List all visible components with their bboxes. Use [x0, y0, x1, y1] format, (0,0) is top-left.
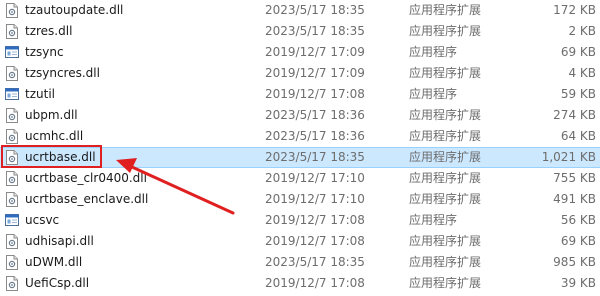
file-type: 应用程序扩展 [409, 66, 482, 80]
dll-file-icon [5, 192, 19, 207]
file-name: ucrtbase.dll [25, 150, 96, 164]
file-size: 2 KB [568, 24, 596, 38]
file-type: 应用程序 [409, 87, 458, 101]
file-date-modified: 2019/12/7 17:08 [265, 213, 365, 227]
file-size: 69 KB [560, 234, 596, 248]
exe-app-icon [5, 45, 19, 60]
file-row[interactable]: ucmhc.dll 2023/5/17 18:36 应用程序扩展 64 KB [0, 126, 600, 147]
file-type: 应用程序扩展 [409, 129, 482, 143]
dll-file-icon [5, 129, 19, 144]
file-size: 69 KB [560, 45, 596, 59]
dll-file-icon [5, 255, 19, 270]
file-size: 491 KB [553, 192, 596, 206]
file-name: ucrtbase_clr0400.dll [25, 171, 147, 185]
file-name: ucrtbase_enclave.dll [25, 192, 149, 206]
file-name: udhisapi.dll [25, 234, 94, 248]
exe-app-icon [5, 87, 19, 102]
dll-file-icon [5, 150, 19, 165]
file-type: 应用程序扩展 [409, 171, 482, 185]
file-type: 应用程序 [409, 45, 458, 59]
file-row[interactable]: ucrtbase_enclave.dll 2019/12/7 17:10 应用程序扩… [0, 189, 600, 210]
file-size: 64 KB [560, 129, 596, 143]
file-name: UefiCsp.dll [25, 276, 90, 290]
file-date-modified: 2019/12/7 17:08 [265, 276, 365, 290]
file-size: 59 KB [560, 87, 596, 101]
file-row[interactable]: tzres.dll 2023/5/17 18:35 应用程序扩展 2 KB [0, 21, 600, 42]
file-row[interactable]: tzsyncres.dll 2019/12/7 17:09 应用程序扩展 4 KB [0, 63, 600, 84]
dll-file-icon [5, 171, 19, 186]
file-name: tzsync [25, 45, 64, 59]
file-row[interactable]: uDWM.dll 2023/5/17 18:35 应用程序扩展 985 KB [0, 252, 600, 273]
file-row[interactable]: ubpm.dll 2023/5/17 18:36 应用程序扩展 274 KB [0, 105, 600, 126]
file-name: uDWM.dll [25, 255, 83, 269]
file-name: tzautoupdate.dll [25, 3, 124, 17]
file-size: 1,021 KB [541, 150, 596, 164]
exe-app-icon [5, 213, 19, 228]
file-row[interactable]: tzautoupdate.dll 2023/5/17 18:35 应用程序扩展 172… [0, 0, 600, 21]
dll-file-icon [5, 108, 19, 123]
file-type: 应用程序扩展 [409, 192, 482, 206]
dll-file-icon [5, 234, 19, 249]
file-row[interactable]: ucsvc 2019/12/7 17:08 应用程序 56 KB [0, 210, 600, 231]
file-name: tzres.dll [25, 24, 73, 38]
file-row[interactable]: udhisapi.dll 2019/12/7 17:08 应用程序扩展 69 KB [0, 231, 600, 252]
file-size: 985 KB [553, 255, 596, 269]
file-date-modified: 2019/12/7 17:09 [265, 45, 365, 59]
file-type: 应用程序扩展 [409, 3, 482, 17]
file-date-modified: 2023/5/17 18:35 [265, 3, 365, 17]
file-name: tzutil [25, 87, 55, 101]
file-row[interactable]: tzutil 2019/12/7 17:08 应用程序 59 KB [0, 84, 600, 105]
file-size: 39 KB [560, 276, 596, 290]
file-list: tzautoupdate.dll 2023/5/17 18:35 应用程序扩展 172… [0, 0, 600, 296]
dll-file-icon [5, 3, 19, 18]
file-name: ucmhc.dll [25, 129, 84, 143]
file-type: 应用程序扩展 [409, 276, 482, 290]
file-size: 4 KB [568, 66, 596, 80]
file-type: 应用程序 [409, 213, 458, 227]
file-type: 应用程序扩展 [409, 234, 482, 248]
file-size: 172 KB [553, 3, 596, 17]
file-row-selected[interactable]: ucrtbase.dll 2023/5/17 18:35 应用程序扩展 1,021 K… [0, 147, 600, 168]
file-type: 应用程序扩展 [409, 150, 482, 164]
file-name: tzsyncres.dll [25, 66, 100, 80]
file-date-modified: 2019/12/7 17:10 [265, 171, 365, 185]
file-date-modified: 2019/12/7 17:08 [265, 234, 365, 248]
file-row[interactable]: tzsync 2019/12/7 17:09 应用程序 69 KB [0, 42, 600, 63]
file-date-modified: 2019/12/7 17:09 [265, 66, 365, 80]
file-row[interactable]: ucrtbase_clr0400.dll 2019/12/7 17:10 应用程序扩… [0, 168, 600, 189]
file-name: ucsvc [25, 213, 60, 227]
file-date-modified: 2023/5/17 18:35 [265, 255, 365, 269]
file-date-modified: 2023/5/17 18:36 [265, 129, 365, 143]
file-type: 应用程序扩展 [409, 108, 482, 122]
file-size: 274 KB [553, 108, 596, 122]
file-row[interactable]: UefiCsp.dll 2019/12/7 17:08 应用程序扩展 39 KB [0, 273, 600, 294]
file-type: 应用程序扩展 [409, 24, 482, 38]
file-size: 755 KB [553, 171, 596, 185]
dll-file-icon [5, 66, 19, 81]
file-size: 56 KB [560, 213, 596, 227]
file-date-modified: 2023/5/17 18:35 [265, 150, 365, 164]
file-date-modified: 2023/5/17 18:36 [265, 108, 365, 122]
dll-file-icon [5, 24, 19, 39]
file-type: 应用程序扩展 [409, 255, 482, 269]
file-date-modified: 2023/5/17 18:35 [265, 24, 365, 38]
file-date-modified: 2019/12/7 17:10 [265, 192, 365, 206]
file-date-modified: 2019/12/7 17:08 [265, 87, 365, 101]
file-name: ubpm.dll [25, 108, 78, 122]
dll-file-icon [5, 276, 19, 291]
